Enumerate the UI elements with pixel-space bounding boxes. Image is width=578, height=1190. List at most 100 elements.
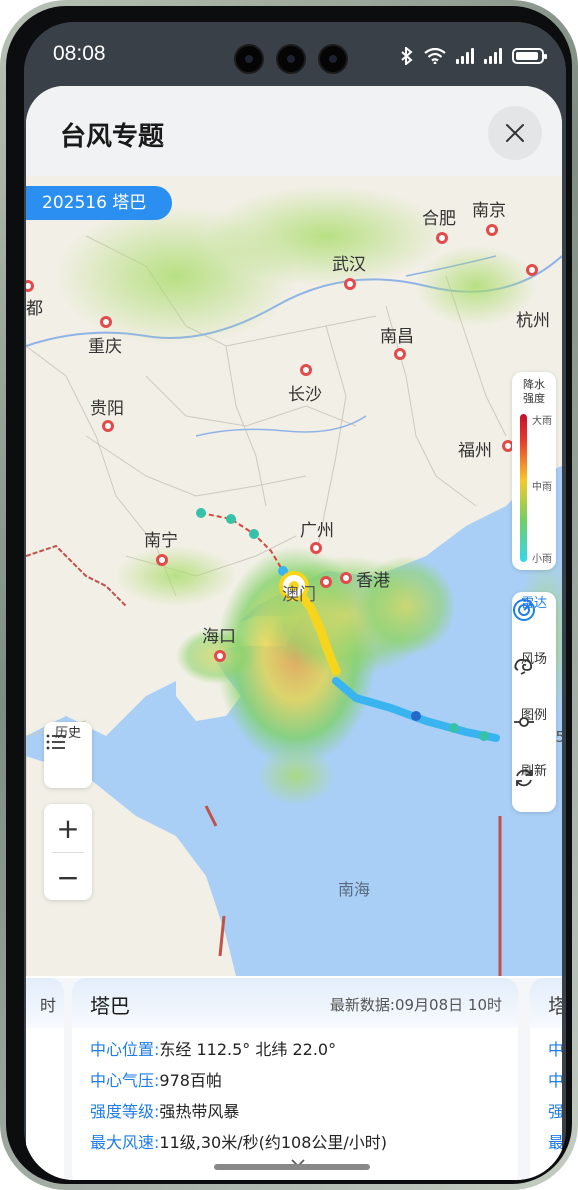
legend-mid-label: 中雨 [532,482,552,493]
status-icons [400,44,547,68]
info-key: 中心位置: [90,1040,160,1059]
refresh-button[interactable]: 刷新 [512,760,556,818]
wind-icon [514,658,533,675]
legend-button[interactable]: 图例 [512,704,556,762]
city-label: 武汉 [332,255,366,275]
legend-gradient-bar [520,414,527,562]
legend-title: 降水 强度 [512,378,556,406]
info-row: 中心气压:978百帕 [90,1067,222,1091]
next-card-row: 中 [548,1036,562,1060]
legend-icon [514,717,534,727]
city-label: 香港 [356,571,390,591]
city-marker [310,542,322,554]
precipitation-legend: 降水 强度 大雨 中雨 小雨 [512,372,556,570]
typhoon-map[interactable]: 202516 塔巴 合肥 南京 武汉 杭州 都 重庆 南昌 长沙 贵阳 福州 广… [26,176,562,976]
info-row: 强度等级:强热带风暴 [90,1098,239,1122]
typhoon-sheet: 台风专题 202516 塔巴 合肥 南京 武汉 杭州 都 重庆 南昌 长沙 贵阳… [26,86,562,1180]
status-bar: 08:08 [24,22,566,88]
wind-field-button[interactable]: 风场 [512,648,556,706]
info-key: 中心气压: [90,1071,160,1090]
phone-bezel: 08:08 台风专题 202516 塔巴 合肥 南京 武汉 杭州 都 重庆 南昌… [6,6,572,1184]
city-marker [436,232,448,244]
next-card[interactable]: 塔 中 中 强 最 [530,978,562,1180]
city-label: 杭州 [516,311,550,331]
home-indicator[interactable] [214,1164,370,1170]
info-row: 中心位置:东经 112.5° 北纬 22.0° [90,1036,336,1060]
info-row: 最大风速:11级,30米/秒(约108公里/小时) [90,1129,387,1153]
close-icon [506,124,524,142]
status-time: 08:08 [53,42,106,65]
city-marker [300,364,312,376]
city-label: 南昌 [380,327,414,347]
camera-lens-icon [318,44,348,74]
close-button[interactable] [488,106,542,160]
city-marker [102,420,114,432]
legend-title-line1: 降水 [523,378,545,391]
next-card-row: 强 [548,1098,562,1122]
card-header: 塔巴 最新数据:09月08日 10时 [72,978,518,1028]
list-icon [46,734,65,750]
legend-title-line2: 强度 [523,392,545,405]
city-marker [344,278,356,290]
info-value: 978百帕 [159,1071,222,1090]
city-label: 重庆 [88,337,122,357]
info-value: 东经 112.5° 北纬 22.0° [159,1040,337,1059]
info-value: 11级,30米/秒(约108公里/小时) [159,1133,388,1152]
map-tools: 雷达 风场 图例 刷新 [512,592,556,812]
updated-value: 09月08日 10时 [394,996,502,1014]
typhoon-cards[interactable]: 时 塔巴 最新数据:09月08日 10时 中心位置:东经 112.5° 北纬 2… [26,978,562,1180]
city-label: 广州 [300,521,334,541]
info-key: 强度等级: [90,1102,160,1121]
next-card-row: 中 [548,1067,562,1091]
radar-icon [513,599,535,621]
city-label: 合肥 [422,209,456,229]
city-label: 澳门 [282,585,316,605]
battery-icon [512,48,547,64]
zoom-control: + − [44,804,92,900]
info-value: 强热带风暴 [159,1102,240,1121]
prev-card-label: 时 [40,996,57,1015]
prev-card-head: 时 [26,978,64,1028]
sheet-header: 台风专题 [26,86,562,178]
typhoon-info-card[interactable]: 塔巴 最新数据:09月08日 10时 中心位置:东经 112.5° 北纬 22.… [72,978,518,1180]
city-label: 海口 [202,627,236,647]
city-marker [320,576,332,588]
city-label: 南宁 [144,531,178,551]
camera-lens-icon [276,44,306,74]
city-marker [156,554,168,566]
next-card-key: 中 [548,1071,562,1090]
city-marker [394,348,406,360]
legend-low-label: 小雨 [532,554,552,565]
prev-card[interactable]: 时 [26,978,64,1180]
screen: 08:08 台风专题 202516 塔巴 合肥 南京 武汉 杭州 都 重庆 南昌… [24,22,566,1180]
next-card-key: 强 [548,1102,562,1121]
city-marker [214,650,226,662]
city-label: 贵阳 [90,399,124,419]
next-card-head: 塔 [530,978,562,1028]
city-label: 都 [26,299,43,319]
signal-icon [484,48,502,64]
zoom-out-button[interactable]: − [44,853,92,901]
phone-frame: 08:08 台风专题 202516 塔巴 合肥 南京 武汉 杭州 都 重庆 南昌… [0,0,578,1190]
next-card-label: 塔 [548,994,562,1018]
zoom-in-button[interactable]: + [44,804,92,852]
wifi-icon [424,48,446,64]
city-label: 长沙 [288,385,322,405]
next-card-row: 最 [548,1129,562,1153]
city-marker [100,316,112,328]
sea-label: 南海 [338,880,371,899]
info-key: 最大风速: [90,1133,160,1152]
city-marker [486,224,498,236]
typhoon-name-tag[interactable]: 202516 塔巴 [26,186,173,220]
updated-label: 最新数据: [329,996,395,1014]
typhoon-name: 塔巴 [90,994,130,1018]
history-button[interactable]: 历史 [44,722,92,788]
updated-time: 最新数据:09月08日 10时 [330,994,502,1015]
radar-button[interactable]: 雷达 [512,592,556,650]
camera-lens-icon [234,44,264,74]
legend-high-label: 大雨 [532,416,552,427]
city-label: 福州 [458,441,492,461]
city-marker [340,572,352,584]
map-base [26,176,562,976]
page-title: 台风专题 [60,122,165,152]
